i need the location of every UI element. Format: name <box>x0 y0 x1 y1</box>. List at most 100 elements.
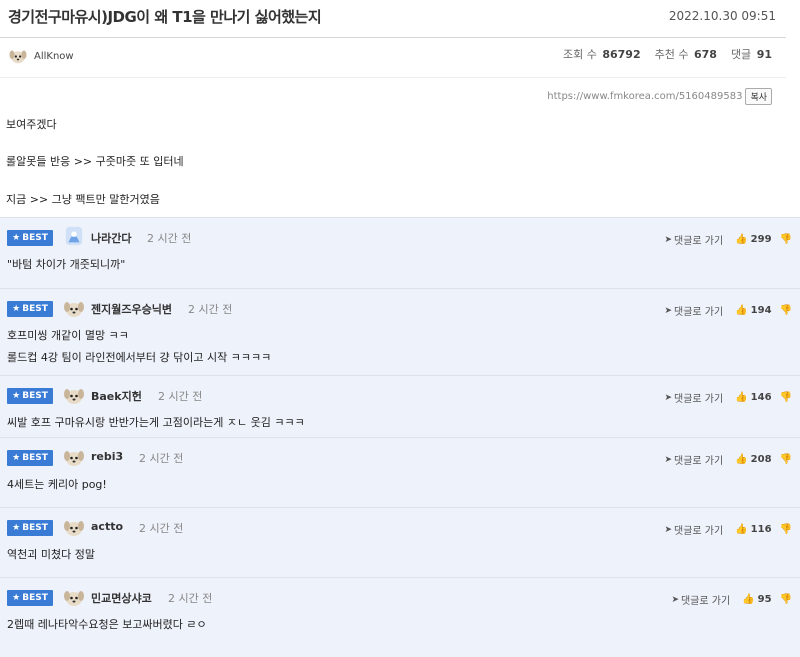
best-badge-label: BEST <box>22 523 48 533</box>
comment-author[interactable]: 나라간다 <box>91 230 131 246</box>
comment-time: 2 시간 전 <box>139 452 184 465</box>
comment-actions: ➤ 댓글로 가기 👍 194 👎 <box>664 303 792 318</box>
thumbs-up-icon: 👍 <box>735 524 748 535</box>
comments-stat: 댓글 91 <box>731 46 772 62</box>
goto-comment-label: 댓글로 가기 <box>674 394 724 405</box>
comment-author[interactable]: 젠지월즈우승닉변 <box>91 301 172 317</box>
comment-actions: ➤ 댓글로 가기 👍 116 👎 <box>664 522 792 537</box>
comment-time: 2 시간 전 <box>139 522 184 535</box>
thumbs-down-icon[interactable]: 👎 <box>780 305 792 316</box>
comment-time: 2 시간 전 <box>147 232 192 245</box>
comment-time: 2 시간 전 <box>188 303 233 316</box>
goto-comment-label: 댓글로 가기 <box>674 236 724 247</box>
like-button[interactable]: 👍 116 <box>735 524 771 535</box>
goto-comment-label: 댓글로 가기 <box>674 526 724 537</box>
puppy-icon <box>64 591 84 606</box>
thumbs-up-icon: 👍 <box>735 392 748 403</box>
best-badge: ★ BEST <box>7 301 53 317</box>
comment-time: 2 시간 전 <box>158 390 203 403</box>
thumbs-up-icon: 👍 <box>735 454 748 465</box>
comment-item: ★ BEST 민교면상샤코 2 시간 전 ➤ 댓글로 가기 👍 95 👎 2렙때… <box>0 577 800 657</box>
like-button[interactable]: 👍 146 <box>735 392 771 403</box>
comment-author[interactable]: 민교면상샤코 <box>91 590 152 606</box>
post-meta: AllKnow 조회 수 86792 추천 수 678 댓글 91 <box>0 38 786 78</box>
comment-item: ★ BEST 나라간다 2 시간 전 ➤ 댓글로 가기 👍 299 👎 "바텀 차… <box>0 217 800 288</box>
best-badge-label: BEST <box>22 304 48 314</box>
like-count: 116 <box>750 524 772 535</box>
comment-actions: ➤ 댓글로 가기 👍 95 👎 <box>671 592 792 607</box>
recommend-label: 추천 수 <box>654 48 689 61</box>
author-name: AllKnow <box>34 51 74 62</box>
like-button[interactable]: 👍 95 <box>742 594 771 605</box>
views-stat: 조회 수 86792 <box>563 46 641 62</box>
copy-url-button[interactable]: 복사 <box>745 88 772 105</box>
like-count: 299 <box>750 234 772 245</box>
goto-comment-link[interactable]: ➤ 댓글로 가기 <box>664 522 724 538</box>
like-button[interactable]: 👍 208 <box>735 454 771 465</box>
arrow-icon: ➤ <box>664 524 673 535</box>
best-badge: ★ BEST <box>7 230 53 246</box>
best-badge: ★ BEST <box>7 590 53 606</box>
best-badge-label: BEST <box>22 453 48 463</box>
puppy-icon <box>64 302 84 317</box>
arrow-icon: ➤ <box>664 392 673 403</box>
comment-actions: ➤ 댓글로 가기 👍 146 👎 <box>664 390 792 405</box>
puppy-icon <box>64 451 84 466</box>
best-badge-label: BEST <box>22 233 48 243</box>
thumbs-up-icon: 👍 <box>735 234 748 245</box>
goto-comment-link[interactable]: ➤ 댓글로 가기 <box>664 452 724 468</box>
comment-item: ★ BEST 젠지월즈우승닉변 2 시간 전 ➤ 댓글로 가기 👍 194 👎 … <box>0 288 800 375</box>
recommend-count: 678 <box>693 48 717 61</box>
thumbs-down-icon[interactable]: 👎 <box>780 234 792 245</box>
blue-character-icon <box>65 226 83 246</box>
goto-comment-link[interactable]: ➤ 댓글로 가기 <box>671 592 731 608</box>
comment-author[interactable]: rebi3 <box>91 450 123 463</box>
goto-comment-link[interactable]: ➤ 댓글로 가기 <box>664 390 724 406</box>
best-badge: ★ BEST <box>7 388 53 404</box>
thumbs-down-icon[interactable]: 👎 <box>780 392 792 403</box>
thumbs-down-icon[interactable]: 👎 <box>780 594 792 605</box>
best-badge: ★ BEST <box>7 520 53 536</box>
comment-actions: ➤ 댓글로 가기 👍 299 👎 <box>664 232 792 247</box>
comment-author[interactable]: Baek지헌 <box>91 388 142 404</box>
goto-comment-link[interactable]: ➤ 댓글로 가기 <box>664 232 724 248</box>
comment-text: 4세트는 케리아 pog! <box>7 478 107 491</box>
post-title: 경기전구마유시)JDG이 왜 T1을 만나기 싫어했는지 <box>8 8 322 26</box>
best-badge: ★ BEST <box>7 450 53 466</box>
arrow-icon: ➤ <box>664 234 673 245</box>
comment-text: "바텀 차이가 개줏되니까" <box>7 258 126 271</box>
comment-text: 2렙때 레나타악수요청은 보고싸버렸다 ㄹㅇ <box>7 618 207 631</box>
like-button[interactable]: 👍 194 <box>735 305 771 316</box>
recommend-stat: 추천 수 678 <box>655 46 717 62</box>
arrow-icon: ➤ <box>664 454 673 465</box>
comment-text: 역천괴 미쳤다 정말 <box>7 548 95 561</box>
thumbs-up-icon: 👍 <box>742 594 755 605</box>
post-body-line: 롤알못들 반응 >> 구줏마줏 또 입터네 <box>6 155 184 168</box>
goto-comment-label: 댓글로 가기 <box>674 456 724 467</box>
thumbs-down-icon[interactable]: 👎 <box>780 454 792 465</box>
views-label: 조회 수 <box>562 48 597 61</box>
comment-actions: ➤ 댓글로 가기 👍 208 👎 <box>664 452 792 467</box>
comment-item: ★ BEST actto 2 시간 전 ➤ 댓글로 가기 👍 116 👎 역천괴… <box>0 507 800 577</box>
star-icon: ★ <box>12 304 21 314</box>
arrow-icon: ➤ <box>664 305 673 316</box>
post-author[interactable]: AllKnow <box>8 48 74 65</box>
thumbs-up-icon: 👍 <box>735 305 748 316</box>
puppy-icon <box>9 50 27 64</box>
puppy-icon <box>64 521 84 536</box>
thumbs-down-icon[interactable]: 👎 <box>780 524 792 535</box>
post-body-line: 지금 >> 그냥 팩트만 말한거였음 <box>6 193 160 206</box>
best-badge-label: BEST <box>22 391 48 401</box>
post-header: 경기전구마유시)JDG이 왜 T1을 만나기 싫어했는지 2022.10.30 … <box>0 0 786 38</box>
post-url[interactable]: https://www.fmkorea.com/5160489583 <box>547 91 742 102</box>
goto-comment-link[interactable]: ➤ 댓글로 가기 <box>664 303 723 319</box>
star-icon: ★ <box>12 391 21 401</box>
star-icon: ★ <box>12 593 21 603</box>
like-button[interactable]: 👍 299 <box>735 234 771 245</box>
goto-comment-label: 댓글로 가기 <box>680 596 731 607</box>
comment-author[interactable]: actto <box>91 520 123 533</box>
post-date: 2022.10.30 09:51 <box>668 9 776 23</box>
post-body-line: 보여주겠다 <box>6 118 57 131</box>
arrow-icon: ➤ <box>671 594 679 605</box>
like-count: 208 <box>750 454 772 465</box>
